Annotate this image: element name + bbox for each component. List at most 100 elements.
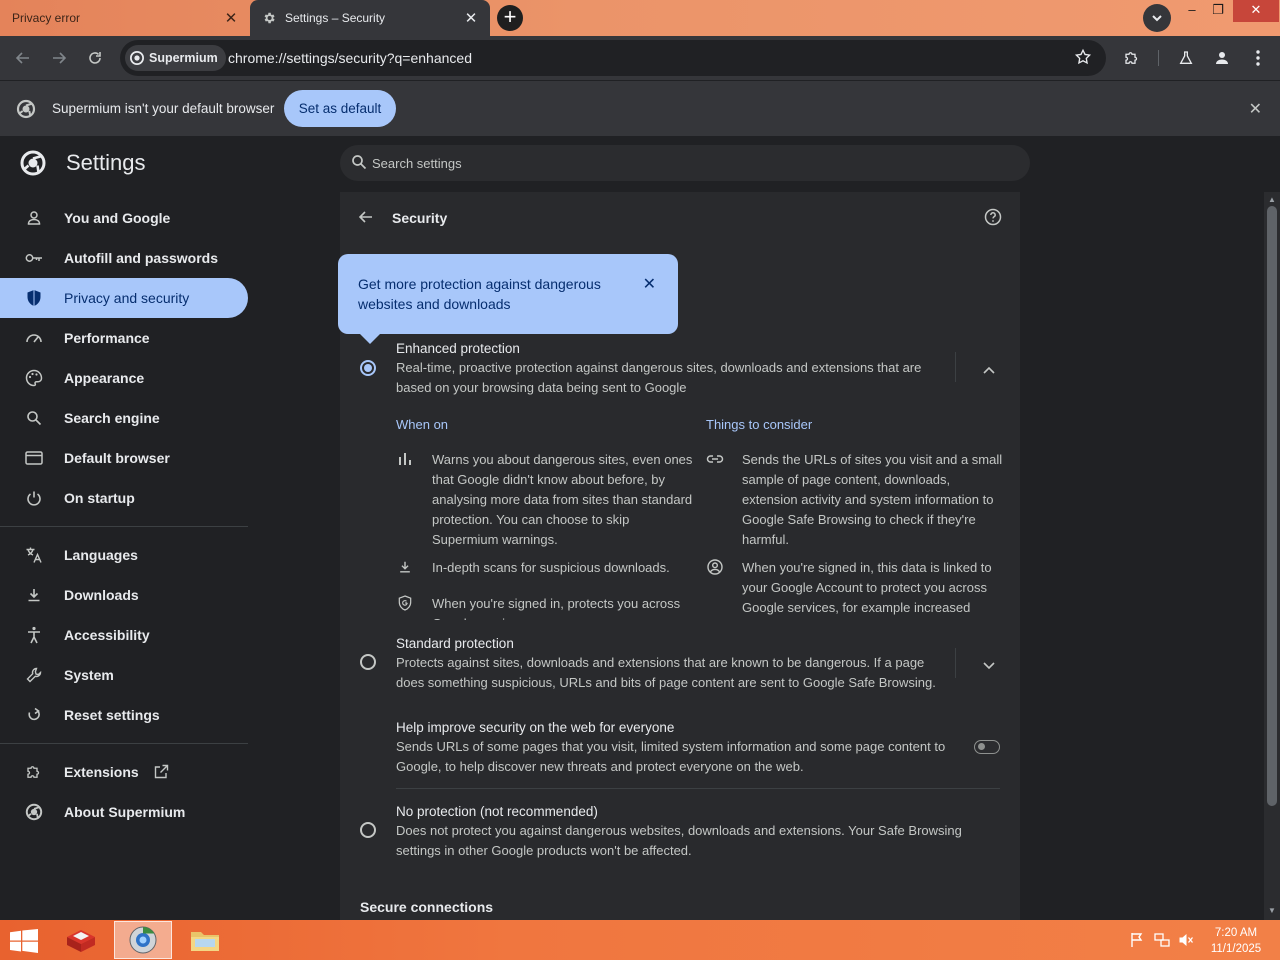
url-text[interactable]: chrome://settings/security?q=enhanced <box>228 50 472 66</box>
windows-start-icon[interactable] <box>10 929 38 958</box>
taskbar-app-supermium[interactable] <box>114 921 172 959</box>
site-info-chip[interactable]: Supermium <box>125 45 226 71</box>
minimize-button[interactable]: – <box>1178 0 1206 22</box>
power-icon <box>24 488 44 508</box>
sidebar-item-default-browser[interactable]: Default browser <box>0 438 248 478</box>
chevron-down-icon <box>1152 15 1162 22</box>
help-improve-toggle[interactable] <box>974 740 1000 754</box>
tab-close-button[interactable]: ✕ <box>460 9 482 27</box>
taskbar-app-file-explorer[interactable] <box>176 921 234 959</box>
no-protection-radio[interactable] <box>360 822 376 838</box>
settings-search-box[interactable] <box>340 145 1030 181</box>
speaker-muted-icon[interactable] <box>1178 932 1194 953</box>
sidebar-item-system[interactable]: System <box>0 655 248 695</box>
new-tab-button[interactable]: + <box>497 5 523 31</box>
sidebar-item-label: Autofill and passwords <box>64 250 219 266</box>
search-settings-input[interactable] <box>372 145 1012 181</box>
sidebar-item-reset-settings[interactable]: Reset settings <box>0 695 248 735</box>
bookmark-star-icon[interactable] <box>1074 48 1092 71</box>
translate-icon <box>24 545 44 565</box>
arrow-right-icon <box>53 52 67 64</box>
sidebar-item-you-and-google[interactable]: You and Google <box>0 198 248 238</box>
gear-icon <box>262 11 276 25</box>
secure-connections-heading: Secure connections <box>360 899 494 915</box>
scroll-up-arrow-icon[interactable]: ▲ <box>1268 195 1276 204</box>
browser-window-icon <box>24 448 44 468</box>
set-as-default-button[interactable]: Set as default <box>284 90 396 127</box>
tab-privacy-error[interactable]: Privacy error ✕ <box>0 0 250 36</box>
action-center-flag-icon[interactable] <box>1130 932 1144 953</box>
sidebar-item-label: About Supermium <box>64 804 186 820</box>
sidebar-item-appearance[interactable]: Appearance <box>0 358 248 398</box>
sidebar-item-languages[interactable]: Languages <box>0 535 248 575</box>
when-on-item: In-depth scans for suspicious downloads. <box>432 560 670 575</box>
supermium-logo-icon <box>24 802 44 822</box>
infobar-close-button[interactable]: ✕ <box>1249 99 1262 119</box>
sidebar-item-downloads[interactable]: Downloads <box>0 575 248 615</box>
tab-search-button[interactable] <box>1143 4 1171 32</box>
taskbar-app-toolbox[interactable] <box>52 921 110 959</box>
sidebar-item-about[interactable]: About Supermium <box>0 792 248 832</box>
bar-chart-icon <box>396 450 414 468</box>
restore-button[interactable]: ❐ <box>1204 0 1232 22</box>
no-protection-title: No protection (not recommended) <box>396 804 598 819</box>
browser-toolbar: Supermium chrome://settings/security?q=e… <box>0 36 1280 80</box>
window-close-button[interactable]: ✕ <box>1233 0 1279 22</box>
extensions-puzzle-icon[interactable] <box>1122 48 1142 68</box>
sidebar-item-label: Reset settings <box>64 707 160 723</box>
back-arrow-icon[interactable] <box>358 209 374 230</box>
link-icon <box>706 450 724 468</box>
tab-settings-security[interactable]: Settings – Security ✕ <box>250 0 490 36</box>
chevron-down-icon[interactable] <box>982 658 996 676</box>
profile-avatar-icon[interactable] <box>1212 48 1232 68</box>
sidebar-item-label: System <box>64 667 114 683</box>
sidebar-item-search-engine[interactable]: Search engine <box>0 398 248 438</box>
sidebar-item-performance[interactable]: Performance <box>0 318 248 358</box>
reload-button[interactable] <box>84 47 106 69</box>
sidebar-item-label: Appearance <box>64 370 145 386</box>
back-button[interactable] <box>12 47 34 69</box>
sidebar-item-autofill[interactable]: Autofill and passwords <box>0 238 248 278</box>
sidebar-item-label: Extensions <box>64 764 139 780</box>
more-menu-icon[interactable] <box>1248 48 1268 68</box>
page-scrollbar[interactable]: ▲ ▼ <box>1264 192 1280 920</box>
labs-flask-icon[interactable] <box>1176 48 1196 68</box>
supermium-logo-icon <box>16 99 36 124</box>
sidebar-item-label: Default browser <box>64 450 170 466</box>
speedometer-icon <box>24 328 44 348</box>
consider-item: When you're signed in, this data is link… <box>742 560 992 615</box>
sidebar-item-privacy-and-security[interactable]: Privacy and security <box>0 278 248 318</box>
shield-icon <box>24 288 44 308</box>
sidebar-item-extensions[interactable]: Extensions <box>0 752 248 792</box>
enhanced-details: Warns you about dangerous sites, even on… <box>396 444 1016 620</box>
sidebar-item-on-startup[interactable]: On startup <box>0 478 248 518</box>
scroll-down-arrow-icon[interactable]: ▼ <box>1268 906 1276 915</box>
google-shield-icon <box>396 594 414 612</box>
enhanced-protection-radio[interactable] <box>360 360 376 376</box>
clock-time: 7:20 AM <box>1214 927 1258 939</box>
scrollbar-thumb[interactable] <box>1267 206 1277 806</box>
wrench-icon <box>24 665 44 685</box>
search-icon <box>24 408 44 428</box>
account-circle-icon <box>706 558 724 576</box>
settings-logo-icon <box>20 150 46 181</box>
person-icon <box>24 208 44 228</box>
forward-button[interactable] <box>48 47 70 69</box>
puzzle-icon <box>24 762 44 782</box>
promo-bubble-close-button[interactable]: ✕ <box>643 274 656 294</box>
sidebar-item-label: Accessibility <box>64 627 150 643</box>
chevron-up-icon[interactable] <box>982 362 996 380</box>
network-icon[interactable] <box>1154 932 1170 953</box>
sidebar-item-accessibility[interactable]: Accessibility <box>0 615 248 655</box>
help-icon[interactable] <box>984 208 1002 231</box>
address-bar[interactable]: Supermium chrome://settings/security?q=e… <box>120 40 1106 76</box>
enhanced-protection-promo-bubble: Get more protection against dangerous we… <box>338 254 678 344</box>
search-icon <box>351 154 367 175</box>
enhanced-protection-title: Enhanced protection <box>396 341 520 356</box>
tab-close-button[interactable]: ✕ <box>220 9 242 27</box>
infobar-message: Supermium isn't your default browser <box>52 101 275 116</box>
standard-protection-radio[interactable] <box>360 654 376 670</box>
system-clock[interactable]: 7:20 AM 11/1/2025 <box>1200 925 1272 957</box>
promo-bubble-text: Get more protection against dangerous we… <box>358 276 601 312</box>
settings-sidebar: You and Google Autofill and passwords Pr… <box>0 198 250 832</box>
